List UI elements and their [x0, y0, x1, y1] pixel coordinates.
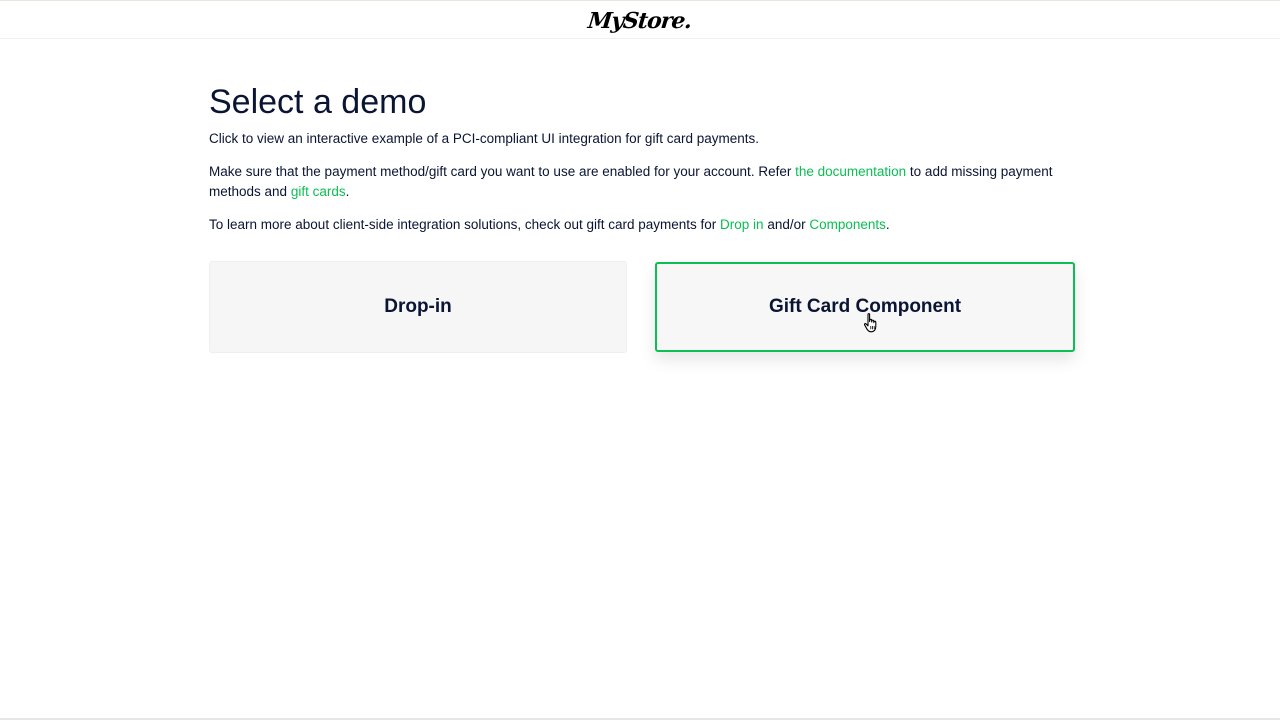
main-content: Select a demo Click to view an interacti… — [209, 81, 1075, 353]
instructions-text-part: . — [345, 184, 350, 199]
instructions-text: Make sure that the payment method/gift c… — [209, 162, 1075, 202]
learn-more-text-part: and/or — [763, 217, 810, 232]
hand-pointer-icon — [863, 313, 877, 333]
learn-more-text: To learn more about client-side integrat… — [209, 215, 1075, 235]
drop-in-card-label: Drop-in — [384, 296, 452, 317]
drop-in-link[interactable]: Drop in — [720, 217, 764, 232]
gift-cards-link[interactable]: gift cards — [291, 184, 346, 199]
documentation-link[interactable]: the documentation — [795, 164, 906, 179]
page-title: Select a demo — [209, 83, 427, 121]
demo-cards: Drop-in Gift Card Component — [209, 261, 1075, 353]
components-link[interactable]: Components — [809, 217, 886, 232]
drop-in-card[interactable]: Drop-in — [209, 261, 627, 353]
instructions-text-part: Make sure that the payment method/gift c… — [209, 164, 796, 179]
gift-card-component-card[interactable]: Gift Card Component — [655, 262, 1075, 352]
learn-more-text-part: To learn more about client-side integrat… — [209, 217, 721, 232]
header: MyStore. — [0, 1, 1280, 39]
mystore-logo[interactable]: MyStore. — [587, 8, 693, 34]
intro-text: Click to view an interactive example of … — [209, 131, 759, 146]
page: MyStore. Select a demo Click to view an … — [0, 0, 1280, 720]
learn-more-text-part: . — [885, 217, 890, 232]
